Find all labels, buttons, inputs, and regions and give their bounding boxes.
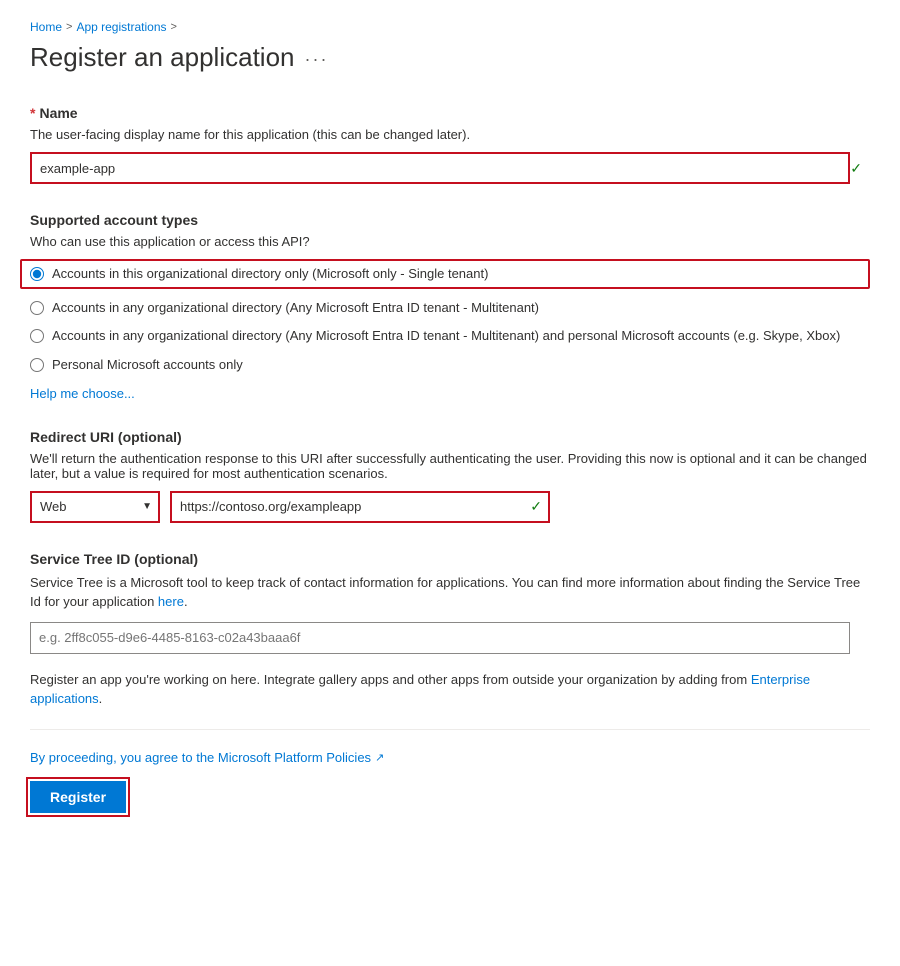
service-tree-input[interactable] bbox=[30, 622, 850, 654]
breadcrumb-home[interactable]: Home bbox=[30, 20, 62, 34]
uri-check-icon: ✓ bbox=[530, 498, 542, 515]
radio-single-tenant-label: Accounts in this organizational director… bbox=[52, 265, 488, 283]
account-types-description: Who can use this application or access t… bbox=[30, 234, 870, 249]
service-tree-here-link[interactable]: here bbox=[158, 594, 184, 609]
breadcrumb: Home > App registrations > bbox=[30, 20, 870, 34]
radio-multitenant-personal[interactable]: Accounts in any organizational directory… bbox=[30, 327, 870, 345]
name-input[interactable] bbox=[30, 152, 850, 184]
redirect-uri-title: Redirect URI (optional) bbox=[30, 429, 870, 445]
redirect-uri-row: Web SPA Public client/native (mobile & d… bbox=[30, 491, 870, 523]
redirect-uri-input[interactable] bbox=[170, 491, 550, 523]
help-me-choose-link[interactable]: Help me choose... bbox=[30, 386, 135, 401]
breadcrumb-app-registrations[interactable]: App registrations bbox=[76, 20, 166, 34]
service-tree-title: Service Tree ID (optional) bbox=[30, 551, 870, 567]
breadcrumb-sep2: > bbox=[171, 21, 177, 33]
policy-line: By proceeding, you agree to the Microsof… bbox=[30, 750, 870, 765]
radio-multitenant-input[interactable] bbox=[30, 301, 44, 315]
more-options-icon[interactable]: ··· bbox=[305, 49, 329, 70]
radio-multitenant-personal-input[interactable] bbox=[30, 329, 44, 343]
breadcrumb-sep1: > bbox=[66, 21, 72, 33]
uri-type-select[interactable]: Web SPA Public client/native (mobile & d… bbox=[30, 491, 160, 523]
name-check-icon: ✓ bbox=[850, 160, 862, 177]
name-label: *Name bbox=[30, 105, 870, 121]
required-indicator: * bbox=[30, 105, 35, 121]
name-input-wrapper: ✓ bbox=[30, 152, 870, 184]
redirect-uri-section: Redirect URI (optional) We'll return the… bbox=[30, 429, 870, 523]
radio-personal-only[interactable]: Personal Microsoft accounts only bbox=[30, 356, 870, 374]
account-types-section: Supported account types Who can use this… bbox=[30, 212, 870, 401]
uri-type-wrapper: Web SPA Public client/native (mobile & d… bbox=[30, 491, 160, 523]
page-title: Register an application bbox=[30, 42, 295, 73]
radio-personal-only-input[interactable] bbox=[30, 358, 44, 372]
radio-single-tenant[interactable]: Accounts in this organizational director… bbox=[20, 259, 870, 289]
radio-multitenant-label: Accounts in any organizational directory… bbox=[52, 299, 539, 317]
service-tree-section: Service Tree ID (optional) Service Tree … bbox=[30, 551, 870, 654]
account-types-title: Supported account types bbox=[30, 212, 870, 228]
uri-input-wrapper: ✓ bbox=[170, 491, 550, 523]
radio-personal-only-label: Personal Microsoft accounts only bbox=[52, 356, 243, 374]
account-types-radio-group: Accounts in this organizational director… bbox=[30, 259, 870, 374]
external-link-icon: ↗ bbox=[375, 751, 384, 764]
radio-single-tenant-input[interactable] bbox=[30, 267, 44, 281]
service-tree-description: Service Tree is a Microsoft tool to keep… bbox=[30, 573, 870, 612]
redirect-uri-description: We'll return the authentication response… bbox=[30, 451, 870, 481]
divider bbox=[30, 729, 870, 730]
register-button[interactable]: Register bbox=[30, 781, 126, 813]
policy-link[interactable]: By proceeding, you agree to the Microsof… bbox=[30, 750, 371, 765]
footer-note: Register an app you're working on here. … bbox=[30, 670, 870, 709]
name-section: *Name The user-facing display name for t… bbox=[30, 105, 870, 184]
radio-multitenant-personal-label: Accounts in any organizational directory… bbox=[52, 327, 840, 345]
radio-multitenant[interactable]: Accounts in any organizational directory… bbox=[30, 299, 870, 317]
name-description: The user-facing display name for this ap… bbox=[30, 127, 870, 142]
